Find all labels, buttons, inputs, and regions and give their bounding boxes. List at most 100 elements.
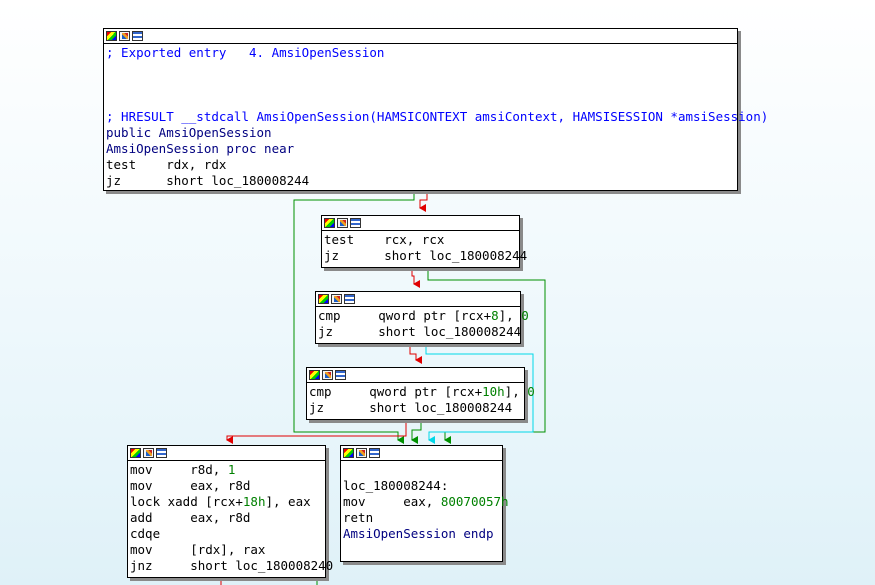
code-token: cmp qword ptr [rcx+: [309, 384, 483, 399]
code-line[interactable]: public AmsiOpenSession: [106, 125, 735, 141]
code-line[interactable]: jz short loc_180008244: [318, 324, 522, 340]
code-token: lock xadd [rcx+: [130, 494, 243, 509]
graph-color-icon[interactable]: [324, 218, 335, 228]
code-line[interactable]: [106, 61, 735, 77]
code-line[interactable]: add eax, r8d: [130, 510, 323, 526]
edge-b4-to-b6: [411, 420, 422, 444]
block-code: loc_180008244: mov eax, 80070057h retn Amsi…: [341, 461, 509, 543]
code-token: ],: [504, 384, 528, 399]
code-token: 0: [527, 384, 535, 399]
edit-block-icon[interactable]: [322, 370, 333, 380]
code-token: 10h: [482, 384, 505, 399]
code-line[interactable]: jz short loc_180008244: [309, 400, 522, 416]
block-toolbar: [128, 446, 325, 461]
block-toolbar: [307, 368, 524, 383]
code-token: test rdx, rdx: [106, 157, 227, 172]
code-token: jz short loc_180008244: [106, 173, 310, 188]
code-token: 0: [521, 308, 529, 323]
block-toolbar: [341, 446, 502, 461]
code-token: AmsiOpenSession endp: [343, 526, 494, 541]
code-token: 1: [227, 462, 236, 477]
xrefs-icon[interactable]: [335, 370, 346, 380]
code-token: 18h: [242, 494, 266, 509]
code-block-entry[interactable]: ; Exported entry 4. AmsiOpenSession ; HRE…: [103, 28, 768, 191]
code-token: mov eax, r8d: [130, 478, 251, 493]
code-token: public AmsiOpenSession: [106, 125, 272, 140]
code-token: jnz short loc_180008240: [130, 558, 334, 573]
code-line[interactable]: ; Exported entry 4. AmsiOpenSession: [106, 45, 735, 61]
edge-b4-to-b5: [226, 420, 407, 444]
code-token: test rcx, rcx: [324, 232, 445, 247]
edit-block-icon[interactable]: [119, 31, 130, 41]
code-token: add eax, r8d: [130, 510, 251, 525]
block-code: ; Exported entry 4. AmsiOpenSession ; HRE…: [104, 44, 768, 190]
graph-color-icon[interactable]: [106, 31, 117, 41]
graph-color-icon[interactable]: [343, 448, 354, 458]
code-line[interactable]: [106, 77, 735, 93]
code-token: jz short loc_180008244: [318, 324, 522, 339]
edit-block-icon[interactable]: [356, 448, 367, 458]
edit-block-icon[interactable]: [331, 294, 342, 304]
code-line[interactable]: test rcx, rcx: [324, 232, 517, 248]
code-line[interactable]: lock xadd [rcx+18h], eax: [130, 494, 323, 510]
code-block-cmp-rcx8[interactable]: cmp qword ptr [rcx+8], 0 jz short loc_180…: [315, 291, 529, 344]
block-code: cmp qword ptr [rcx+10h], 0 jz short loc_1…: [307, 383, 535, 417]
code-line[interactable]: mov eax, r8d: [130, 478, 323, 494]
code-line[interactable]: [343, 462, 500, 478]
edge-entry-to-b2: [419, 192, 428, 212]
xrefs-icon[interactable]: [156, 448, 167, 458]
code-token: loc_180008244:: [343, 478, 449, 493]
code-line[interactable]: mov eax, 80070057h: [343, 494, 509, 510]
code-block-cmp-rcx10h[interactable]: cmp qword ptr [rcx+10h], 0 jz short loc_1…: [306, 367, 535, 420]
xrefs-icon[interactable]: [344, 294, 355, 304]
code-line[interactable]: test rdx, rdx: [106, 157, 735, 173]
code-token: cdqe: [130, 526, 161, 541]
code-token: mov eax,: [343, 494, 441, 509]
code-token: ],: [498, 308, 522, 323]
code-token: ], eax: [265, 494, 311, 509]
code-block-test-rcx[interactable]: test rcx, rcx jz short loc_180008244: [321, 215, 527, 268]
block-toolbar: [316, 292, 520, 307]
code-line[interactable]: jz short loc_180008244: [106, 173, 735, 189]
xrefs-icon[interactable]: [369, 448, 380, 458]
block-code: mov r8d, 1 mov eax, r8d lock xadd [rcx+18h…: [128, 461, 333, 575]
code-token: ; Exported entry 4. AmsiOpenSession: [106, 45, 385, 60]
code-token: jz short loc_180008244: [324, 248, 528, 263]
graph-color-icon[interactable]: [318, 294, 329, 304]
code-line[interactable]: ; HRESULT __stdcall AmsiOpenSession(HAMS…: [106, 109, 768, 125]
xrefs-icon[interactable]: [132, 31, 143, 41]
code-line[interactable]: loc_180008244:: [343, 478, 500, 494]
code-line[interactable]: cmp qword ptr [rcx+8], 0: [318, 308, 529, 324]
code-block-xadd[interactable]: mov r8d, 1 mov eax, r8d lock xadd [rcx+18h…: [127, 445, 333, 578]
code-token: ; HRESULT __stdcall AmsiOpenSession(HAMS…: [106, 109, 769, 124]
code-line[interactable]: [106, 93, 735, 109]
block-toolbar: [322, 216, 519, 231]
code-token: mov r8d,: [130, 462, 228, 477]
code-token: cmp qword ptr [rcx+: [318, 308, 492, 323]
code-line[interactable]: mov r8d, 1: [130, 462, 323, 478]
code-token: 80070057h: [440, 494, 509, 509]
code-line[interactable]: AmsiOpenSession proc near: [106, 141, 735, 157]
edge-b2-to-b3: [411, 268, 420, 288]
xrefs-icon[interactable]: [350, 218, 361, 228]
graph-color-icon[interactable]: [130, 448, 141, 458]
block-code: cmp qword ptr [rcx+8], 0 jz short loc_180…: [316, 307, 529, 341]
code-line[interactable]: mov [rdx], rax: [130, 542, 323, 558]
code-token: retn: [343, 510, 374, 525]
code-line[interactable]: jnz short loc_180008240: [130, 558, 333, 574]
code-token: mov [rdx], rax: [130, 542, 266, 557]
edit-block-icon[interactable]: [143, 448, 154, 458]
block-code: test rcx, rcx jz short loc_180008244: [322, 231, 527, 265]
code-line[interactable]: cmp qword ptr [rcx+10h], 0: [309, 384, 535, 400]
edit-block-icon[interactable]: [337, 218, 348, 228]
code-block-loc-180008244[interactable]: loc_180008244: mov eax, 80070057h retn Amsi…: [340, 445, 509, 562]
code-line[interactable]: jz short loc_180008244: [324, 248, 527, 264]
code-token: 8: [491, 308, 499, 323]
code-line[interactable]: retn: [343, 510, 500, 526]
code-line[interactable]: AmsiOpenSession endp: [343, 526, 500, 542]
block-toolbar: [104, 29, 737, 44]
edge-b3-to-b4: [409, 344, 422, 364]
code-token: AmsiOpenSession proc near: [106, 141, 295, 156]
graph-color-icon[interactable]: [309, 370, 320, 380]
code-line[interactable]: cdqe: [130, 526, 323, 542]
